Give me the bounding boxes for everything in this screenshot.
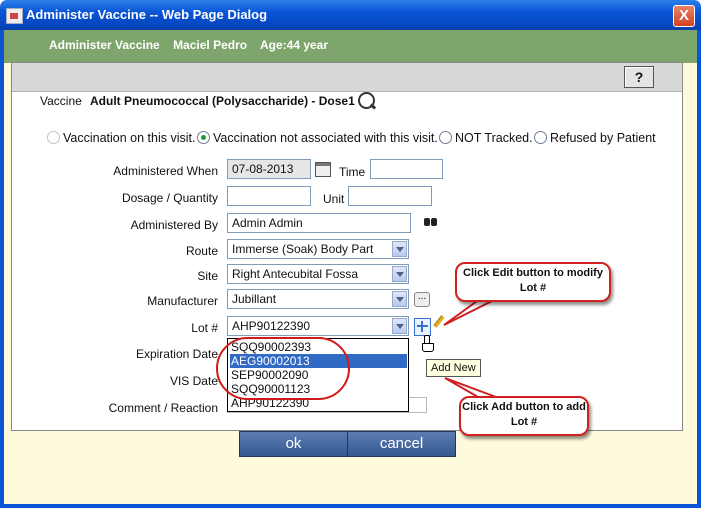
add-lot-callout: Click Add button to add Lot # xyxy=(459,396,589,436)
cancel-button[interactable]: cancel xyxy=(347,431,456,457)
add-callout-pointer xyxy=(444,377,497,398)
ok-button[interactable]: ok xyxy=(239,431,348,457)
edit-lot-callout: Click Edit button to modify Lot # xyxy=(455,262,611,302)
